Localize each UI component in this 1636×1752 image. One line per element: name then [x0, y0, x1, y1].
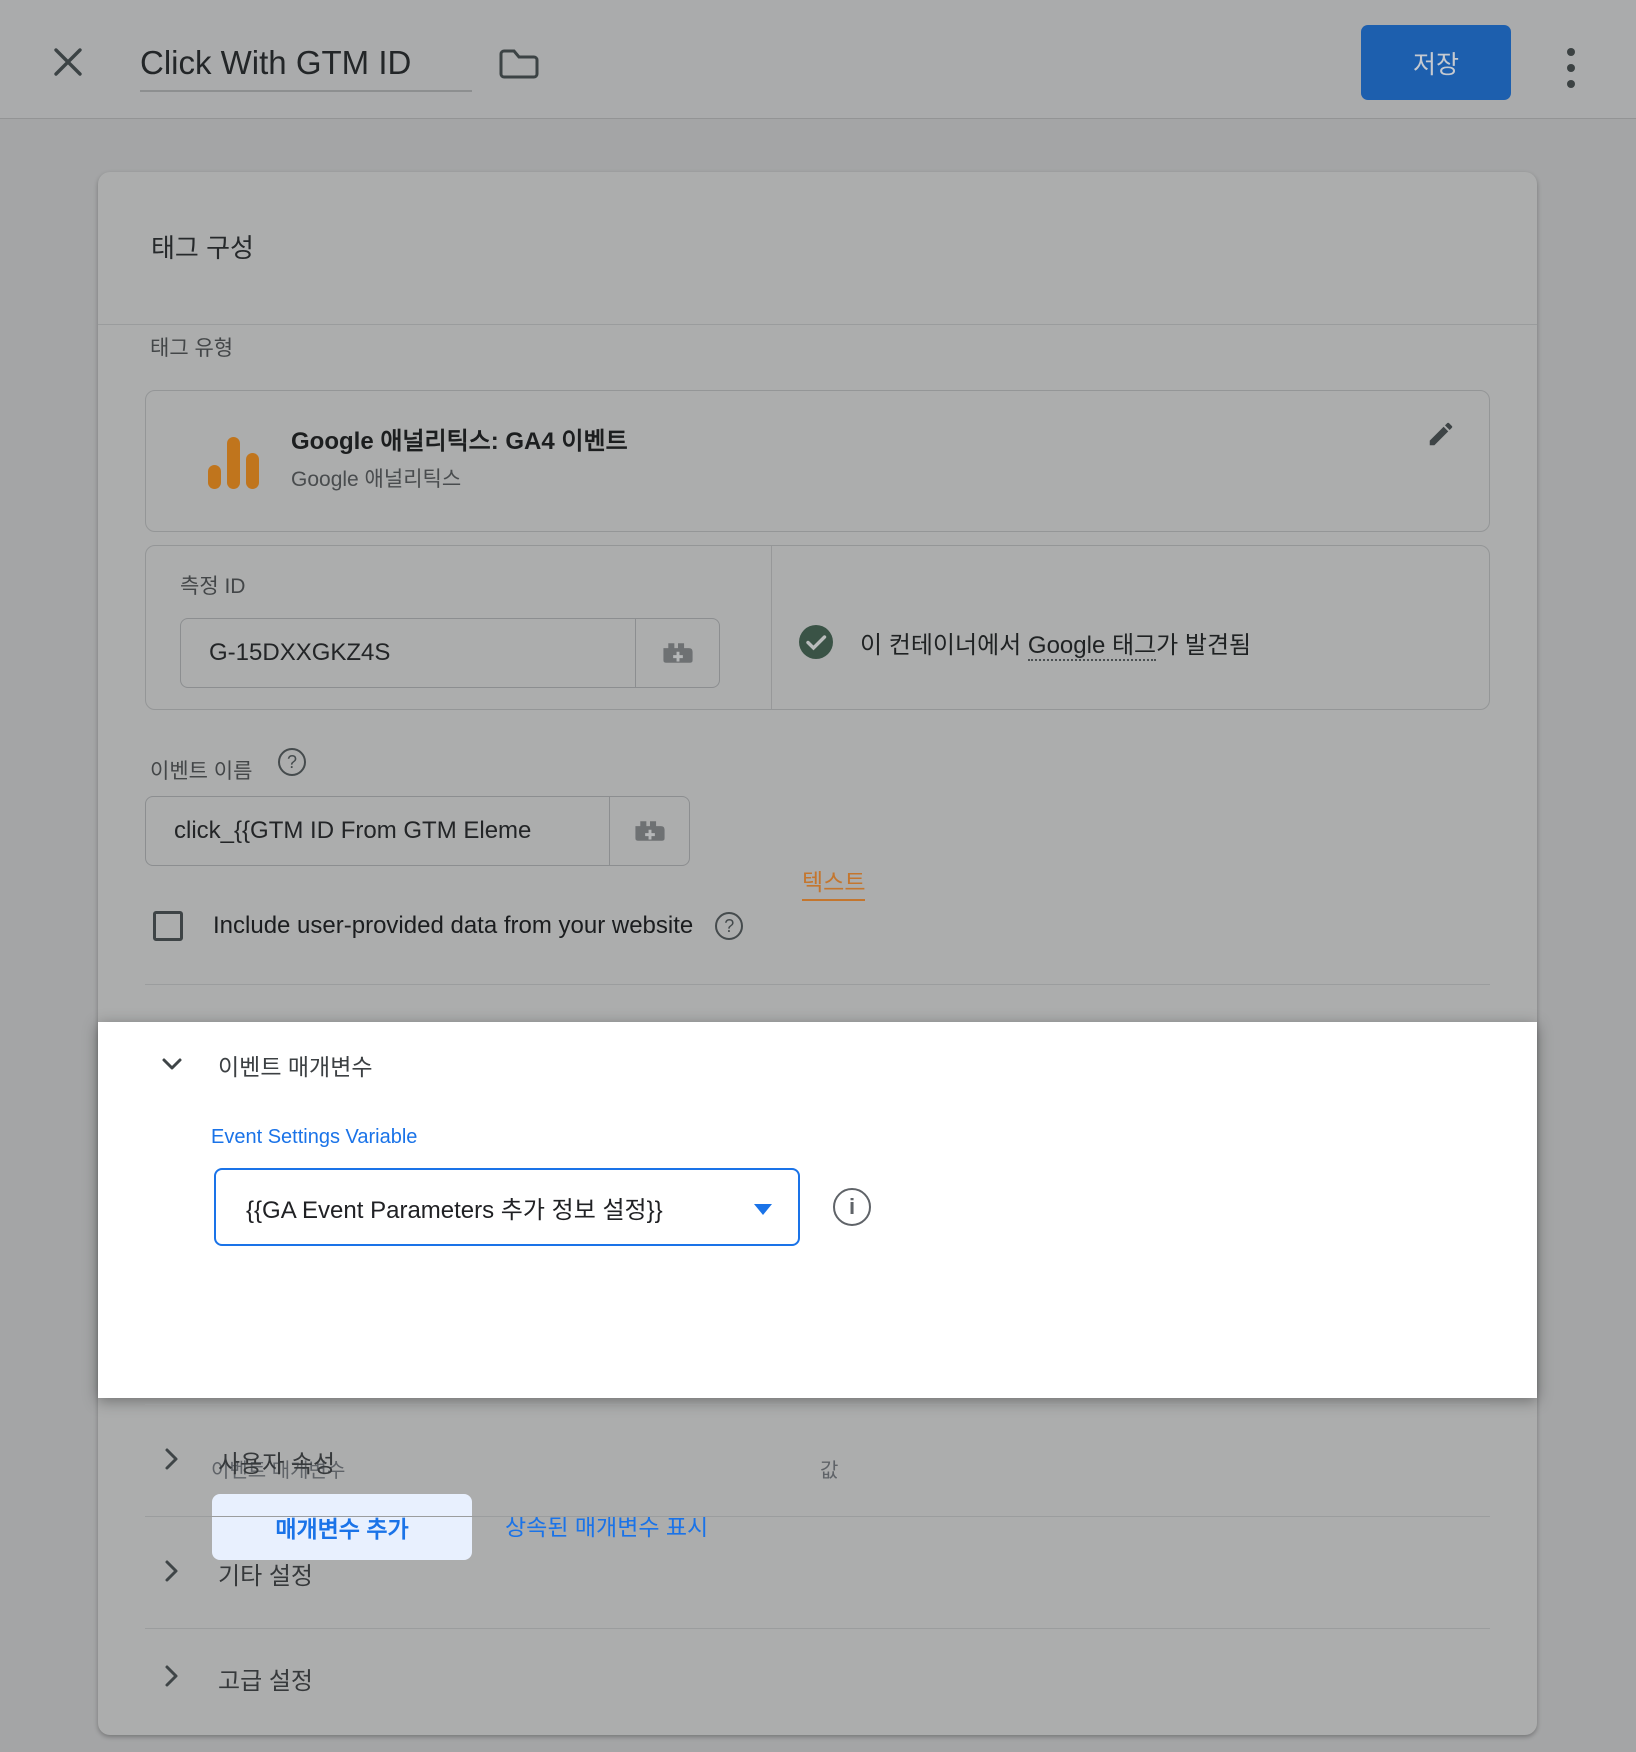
brick-plus-icon	[633, 816, 667, 846]
chevron-down-icon[interactable]	[156, 1048, 188, 1080]
folder-icon[interactable]	[498, 46, 540, 82]
chevron-right-icon	[158, 1663, 184, 1689]
topbar: Click With GTM ID 저장	[0, 0, 1636, 118]
variable-picker-button[interactable]	[635, 619, 719, 687]
google-tag-term: Google 태그	[1028, 632, 1156, 661]
event-parameters-section: 이벤트 매개변수 Event Settings Variable {{GA Ev…	[98, 1022, 1537, 1398]
edit-pencil-icon[interactable]	[1426, 419, 1456, 449]
dropdown-caret-icon	[754, 1204, 772, 1215]
check-circle-icon	[798, 624, 834, 660]
measurement-id-input[interactable]: G-15DXXGKZ4S	[181, 619, 635, 687]
divider	[145, 1516, 1490, 1517]
ga4-analytics-icon	[206, 429, 266, 493]
user-data-checkbox-label: Include user-provided data from your web…	[213, 912, 693, 940]
x-icon	[48, 42, 88, 82]
section-label: 사용자 속성	[218, 1444, 335, 1479]
section-row-other-settings[interactable]: 기타 설정	[98, 1520, 1537, 1624]
measurement-id-box: 측정 ID G-15DXXGKZ4S 이 컨테이너에서 Goog	[145, 545, 1490, 710]
save-button[interactable]: 저장	[1361, 25, 1511, 100]
info-icon[interactable]: i	[833, 1188, 871, 1226]
more-options-icon[interactable]	[1556, 40, 1586, 98]
chevron-right-icon	[158, 1558, 184, 1584]
measurement-id-label: 측정 ID	[180, 570, 245, 600]
tag-type-name: Google 애널리틱스: GA4 이벤트	[291, 421, 628, 456]
brick-plus-icon	[661, 638, 695, 668]
section-label: 기타 설정	[218, 1556, 313, 1591]
tag-type-label: 태그 유형	[150, 332, 233, 362]
gtm-tag-editor: Click With GTM ID 저장 태그 구성 태그 유형 Google …	[0, 0, 1636, 1752]
google-tag-status: 이 컨테이너에서 Google 태그가 발견됨	[798, 624, 1251, 660]
status-text: 이 컨테이너에서 Google 태그가 발견됨	[860, 625, 1251, 660]
event-name-input[interactable]: click_{{GTM ID From GTM Eleme	[146, 797, 609, 865]
divider	[145, 984, 1490, 985]
tag-config-card: 태그 구성 태그 유형 Google 애널리틱스: GA4 이벤트 Google…	[98, 172, 1537, 1735]
text-annotation: 텍스트	[802, 863, 865, 901]
measurement-id-column: 측정 ID G-15DXXGKZ4S	[146, 546, 772, 709]
user-data-row: Include user-provided data from your web…	[153, 911, 743, 941]
tag-name-input[interactable]: Click With GTM ID	[140, 34, 472, 92]
close-icon[interactable]	[48, 42, 88, 82]
section-row-advanced-settings[interactable]: 고급 설정	[98, 1625, 1537, 1729]
event-name-label: 이벤트 이름	[150, 755, 252, 785]
tag-type-card[interactable]: Google 애널리틱스: GA4 이벤트 Google 애널리틱스	[145, 390, 1490, 532]
esv-selected-value: {{GA Event Parameters 추가 정보 설정}}	[246, 1190, 663, 1225]
variable-picker-button[interactable]	[609, 797, 689, 865]
panel-header: 태그 구성	[98, 172, 1537, 325]
section-label: 고급 설정	[218, 1661, 313, 1696]
help-icon[interactable]: ?	[278, 748, 306, 776]
tag-type-vendor: Google 애널리틱스	[291, 463, 461, 493]
esv-dropdown[interactable]: {{GA Event Parameters 추가 정보 설정}}	[214, 1168, 800, 1246]
panel-title: 태그 구성	[151, 228, 254, 265]
section-row-user-properties[interactable]: 사용자 속성	[98, 1408, 1537, 1512]
esv-label: Event Settings Variable	[211, 1126, 417, 1149]
event-parameters-title: 이벤트 매개변수	[218, 1048, 373, 1082]
help-icon[interactable]: ?	[715, 912, 743, 940]
chevron-right-icon	[158, 1446, 184, 1472]
divider	[145, 1404, 1490, 1405]
user-data-checkbox[interactable]	[153, 911, 183, 941]
